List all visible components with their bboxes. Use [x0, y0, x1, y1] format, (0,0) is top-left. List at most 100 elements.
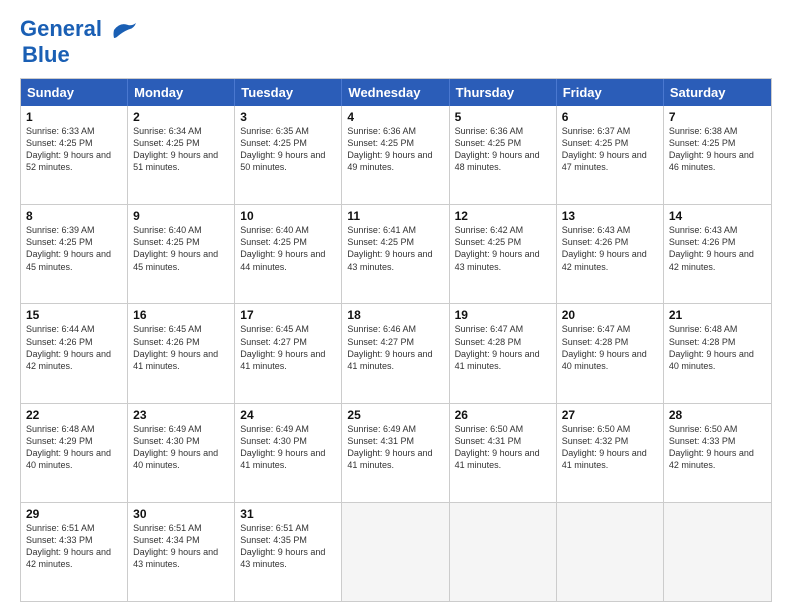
day-number: 8	[26, 209, 122, 223]
day-info: Sunrise: 6:38 AMSunset: 4:25 PMDaylight:…	[669, 125, 766, 174]
day-info: Sunrise: 6:48 AMSunset: 4:28 PMDaylight:…	[669, 323, 766, 372]
day-cell-28: 28Sunrise: 6:50 AMSunset: 4:33 PMDayligh…	[664, 404, 771, 502]
day-cell-19: 19Sunrise: 6:47 AMSunset: 4:28 PMDayligh…	[450, 304, 557, 402]
day-info: Sunrise: 6:51 AMSunset: 4:34 PMDaylight:…	[133, 522, 229, 571]
logo-text: General	[20, 16, 138, 42]
calendar-row-1: 1Sunrise: 6:33 AMSunset: 4:25 PMDaylight…	[21, 106, 771, 204]
day-info: Sunrise: 6:47 AMSunset: 4:28 PMDaylight:…	[455, 323, 551, 372]
day-cell-16: 16Sunrise: 6:45 AMSunset: 4:26 PMDayligh…	[128, 304, 235, 402]
day-number: 20	[562, 308, 658, 322]
day-info: Sunrise: 6:47 AMSunset: 4:28 PMDaylight:…	[562, 323, 658, 372]
day-cell-12: 12Sunrise: 6:42 AMSunset: 4:25 PMDayligh…	[450, 205, 557, 303]
day-number: 24	[240, 408, 336, 422]
day-number: 12	[455, 209, 551, 223]
day-cell-6: 6Sunrise: 6:37 AMSunset: 4:25 PMDaylight…	[557, 106, 664, 204]
day-number: 11	[347, 209, 443, 223]
day-cell-1: 1Sunrise: 6:33 AMSunset: 4:25 PMDaylight…	[21, 106, 128, 204]
day-number: 3	[240, 110, 336, 124]
day-cell-10: 10Sunrise: 6:40 AMSunset: 4:25 PMDayligh…	[235, 205, 342, 303]
day-info: Sunrise: 6:48 AMSunset: 4:29 PMDaylight:…	[26, 423, 122, 472]
day-info: Sunrise: 6:33 AMSunset: 4:25 PMDaylight:…	[26, 125, 122, 174]
day-cell-27: 27Sunrise: 6:50 AMSunset: 4:32 PMDayligh…	[557, 404, 664, 502]
day-cell-11: 11Sunrise: 6:41 AMSunset: 4:25 PMDayligh…	[342, 205, 449, 303]
day-info: Sunrise: 6:49 AMSunset: 4:31 PMDaylight:…	[347, 423, 443, 472]
day-number: 2	[133, 110, 229, 124]
calendar-row-2: 8Sunrise: 6:39 AMSunset: 4:25 PMDaylight…	[21, 204, 771, 303]
day-number: 1	[26, 110, 122, 124]
day-number: 21	[669, 308, 766, 322]
day-info: Sunrise: 6:49 AMSunset: 4:30 PMDaylight:…	[133, 423, 229, 472]
day-number: 6	[562, 110, 658, 124]
day-number: 30	[133, 507, 229, 521]
day-cell-23: 23Sunrise: 6:49 AMSunset: 4:30 PMDayligh…	[128, 404, 235, 502]
empty-cell-4-3	[342, 503, 449, 601]
day-number: 9	[133, 209, 229, 223]
day-cell-2: 2Sunrise: 6:34 AMSunset: 4:25 PMDaylight…	[128, 106, 235, 204]
day-info: Sunrise: 6:51 AMSunset: 4:35 PMDaylight:…	[240, 522, 336, 571]
logo-blue-text: Blue	[22, 42, 70, 67]
day-number: 19	[455, 308, 551, 322]
day-info: Sunrise: 6:45 AMSunset: 4:26 PMDaylight:…	[133, 323, 229, 372]
day-info: Sunrise: 6:35 AMSunset: 4:25 PMDaylight:…	[240, 125, 336, 174]
header: General Blue	[20, 16, 772, 68]
day-info: Sunrise: 6:37 AMSunset: 4:25 PMDaylight:…	[562, 125, 658, 174]
day-number: 15	[26, 308, 122, 322]
day-info: Sunrise: 6:51 AMSunset: 4:33 PMDaylight:…	[26, 522, 122, 571]
day-number: 26	[455, 408, 551, 422]
day-number: 27	[562, 408, 658, 422]
day-info: Sunrise: 6:50 AMSunset: 4:32 PMDaylight:…	[562, 423, 658, 472]
day-cell-9: 9Sunrise: 6:40 AMSunset: 4:25 PMDaylight…	[128, 205, 235, 303]
day-number: 25	[347, 408, 443, 422]
day-cell-14: 14Sunrise: 6:43 AMSunset: 4:26 PMDayligh…	[664, 205, 771, 303]
day-cell-24: 24Sunrise: 6:49 AMSunset: 4:30 PMDayligh…	[235, 404, 342, 502]
day-cell-30: 30Sunrise: 6:51 AMSunset: 4:34 PMDayligh…	[128, 503, 235, 601]
weekday-header-tuesday: Tuesday	[235, 79, 342, 106]
weekday-header-monday: Monday	[128, 79, 235, 106]
day-number: 5	[455, 110, 551, 124]
calendar-row-3: 15Sunrise: 6:44 AMSunset: 4:26 PMDayligh…	[21, 303, 771, 402]
day-info: Sunrise: 6:50 AMSunset: 4:31 PMDaylight:…	[455, 423, 551, 472]
weekday-header-sunday: Sunday	[21, 79, 128, 106]
day-cell-18: 18Sunrise: 6:46 AMSunset: 4:27 PMDayligh…	[342, 304, 449, 402]
day-number: 16	[133, 308, 229, 322]
day-cell-17: 17Sunrise: 6:45 AMSunset: 4:27 PMDayligh…	[235, 304, 342, 402]
day-number: 7	[669, 110, 766, 124]
day-number: 18	[347, 308, 443, 322]
day-cell-31: 31Sunrise: 6:51 AMSunset: 4:35 PMDayligh…	[235, 503, 342, 601]
day-cell-20: 20Sunrise: 6:47 AMSunset: 4:28 PMDayligh…	[557, 304, 664, 402]
day-number: 4	[347, 110, 443, 124]
weekday-header-friday: Friday	[557, 79, 664, 106]
day-info: Sunrise: 6:36 AMSunset: 4:25 PMDaylight:…	[455, 125, 551, 174]
day-cell-3: 3Sunrise: 6:35 AMSunset: 4:25 PMDaylight…	[235, 106, 342, 204]
empty-cell-4-6	[664, 503, 771, 601]
day-cell-25: 25Sunrise: 6:49 AMSunset: 4:31 PMDayligh…	[342, 404, 449, 502]
calendar-row-4: 22Sunrise: 6:48 AMSunset: 4:29 PMDayligh…	[21, 403, 771, 502]
day-cell-8: 8Sunrise: 6:39 AMSunset: 4:25 PMDaylight…	[21, 205, 128, 303]
day-cell-4: 4Sunrise: 6:36 AMSunset: 4:25 PMDaylight…	[342, 106, 449, 204]
calendar-body: 1Sunrise: 6:33 AMSunset: 4:25 PMDaylight…	[21, 106, 771, 601]
empty-cell-4-4	[450, 503, 557, 601]
day-info: Sunrise: 6:45 AMSunset: 4:27 PMDaylight:…	[240, 323, 336, 372]
day-info: Sunrise: 6:42 AMSunset: 4:25 PMDaylight:…	[455, 224, 551, 273]
day-number: 23	[133, 408, 229, 422]
day-info: Sunrise: 6:36 AMSunset: 4:25 PMDaylight:…	[347, 125, 443, 174]
page: General Blue SundayMondayTuesdayWednesda…	[0, 0, 792, 612]
day-cell-13: 13Sunrise: 6:43 AMSunset: 4:26 PMDayligh…	[557, 205, 664, 303]
day-info: Sunrise: 6:40 AMSunset: 4:25 PMDaylight:…	[133, 224, 229, 273]
day-cell-22: 22Sunrise: 6:48 AMSunset: 4:29 PMDayligh…	[21, 404, 128, 502]
calendar: SundayMondayTuesdayWednesdayThursdayFrid…	[20, 78, 772, 602]
weekday-header-thursday: Thursday	[450, 79, 557, 106]
calendar-row-5: 29Sunrise: 6:51 AMSunset: 4:33 PMDayligh…	[21, 502, 771, 601]
day-cell-15: 15Sunrise: 6:44 AMSunset: 4:26 PMDayligh…	[21, 304, 128, 402]
day-info: Sunrise: 6:43 AMSunset: 4:26 PMDaylight:…	[669, 224, 766, 273]
day-number: 10	[240, 209, 336, 223]
day-info: Sunrise: 6:50 AMSunset: 4:33 PMDaylight:…	[669, 423, 766, 472]
weekday-header-saturday: Saturday	[664, 79, 771, 106]
day-info: Sunrise: 6:46 AMSunset: 4:27 PMDaylight:…	[347, 323, 443, 372]
day-number: 28	[669, 408, 766, 422]
day-cell-29: 29Sunrise: 6:51 AMSunset: 4:33 PMDayligh…	[21, 503, 128, 601]
day-info: Sunrise: 6:39 AMSunset: 4:25 PMDaylight:…	[26, 224, 122, 273]
day-cell-7: 7Sunrise: 6:38 AMSunset: 4:25 PMDaylight…	[664, 106, 771, 204]
day-number: 17	[240, 308, 336, 322]
weekday-header-wednesday: Wednesday	[342, 79, 449, 106]
